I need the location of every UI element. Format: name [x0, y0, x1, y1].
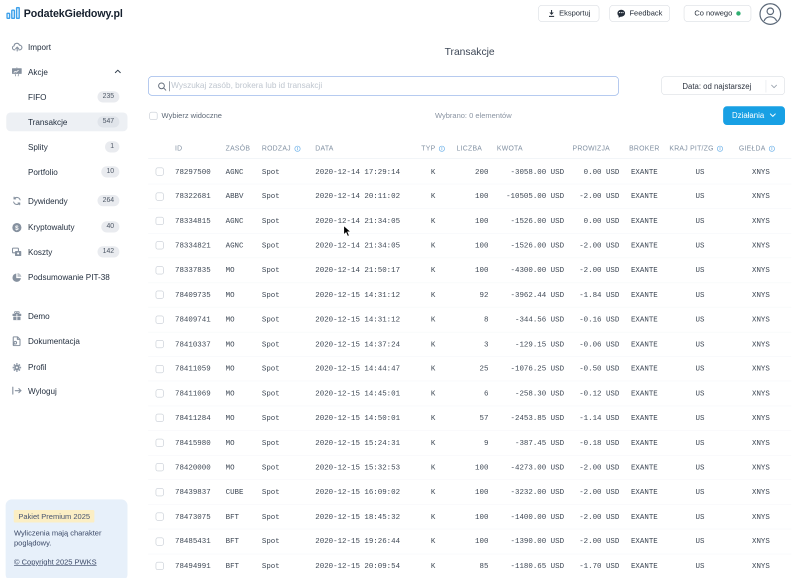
svg-text:$: $	[15, 224, 19, 231]
